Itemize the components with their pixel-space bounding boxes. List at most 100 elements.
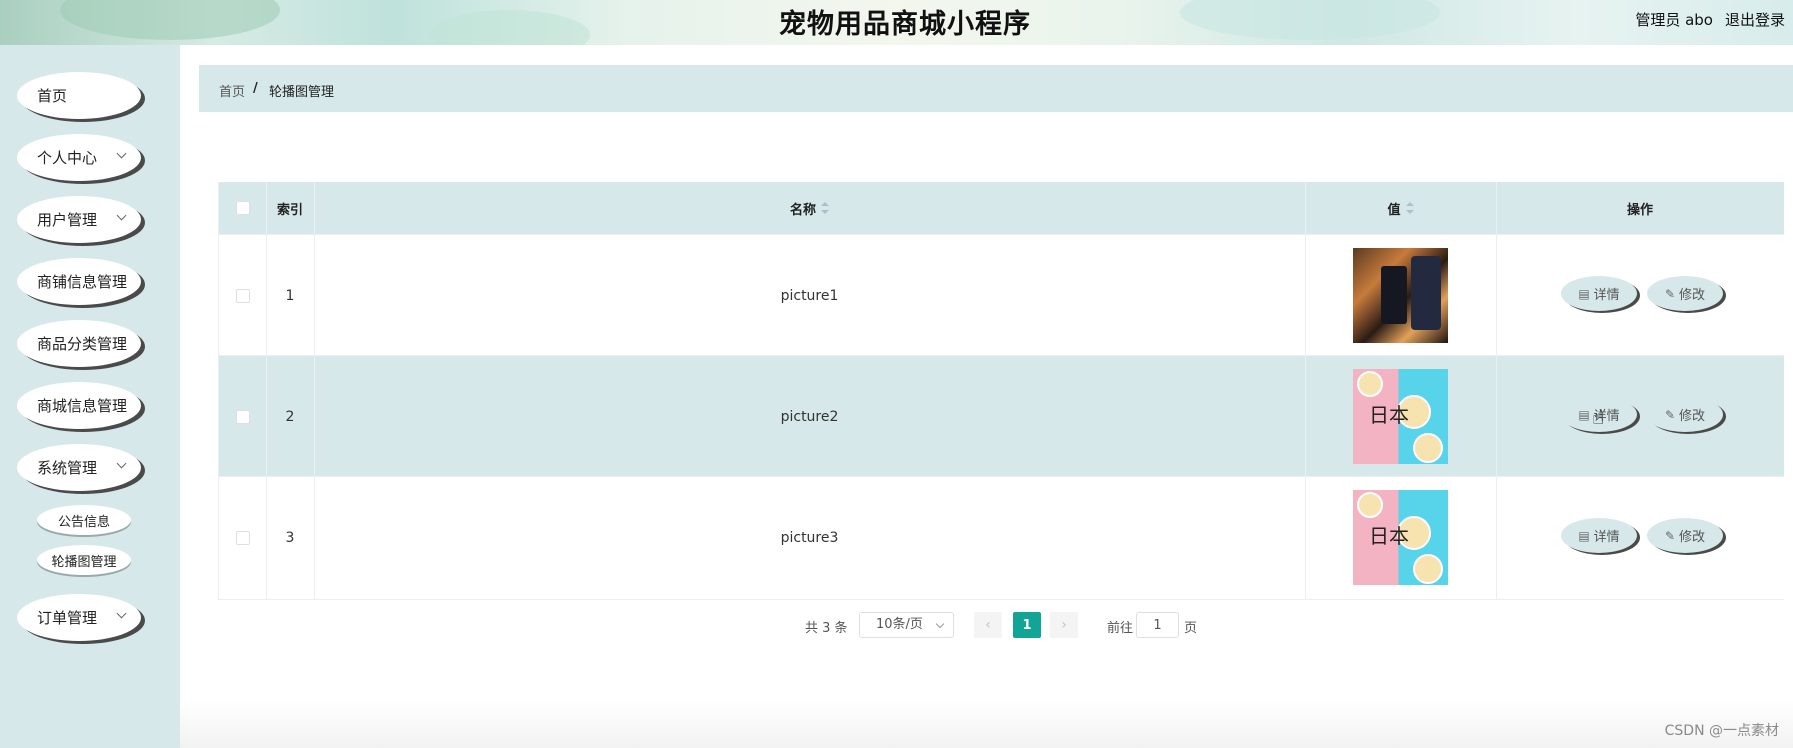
thumbnail-detail: 本 xyxy=(1389,403,1409,427)
page-size-value: 10条/页 xyxy=(876,617,923,632)
sidebar-item-orders[interactable]: 订单管理 xyxy=(17,594,141,641)
sidebar-item-label: 商品分类管理 xyxy=(37,335,128,353)
column-divider xyxy=(1305,182,1306,599)
thumbnail-detail: 日 xyxy=(1369,403,1389,427)
row-checkbox-cell xyxy=(219,235,266,356)
watermark: CSDN @一点素材 xyxy=(1664,723,1779,739)
sidebar-item-personal-center[interactable]: 个人中心 xyxy=(17,134,141,181)
sidebar-item-label: 商铺信息管理 xyxy=(37,273,128,291)
chevron-down-icon xyxy=(116,458,127,469)
thumbnail-detail: 日 xyxy=(1369,524,1389,548)
sort-icon[interactable] xyxy=(1405,202,1414,214)
row-checkbox[interactable] xyxy=(235,288,250,303)
thumbnail-detail xyxy=(1357,371,1383,397)
thumbnail-detail xyxy=(1413,433,1443,463)
bar-drinks-thumbnail xyxy=(1353,248,1448,343)
column-header-actions: 操作 xyxy=(1626,202,1653,218)
breadcrumb-separator: / xyxy=(253,81,258,96)
header-checkbox-cell xyxy=(219,182,266,234)
sidebar-item-system[interactable]: 系统管理 xyxy=(17,444,141,491)
row-checkbox[interactable] xyxy=(235,409,250,424)
table-header: 索引 名称 值 操作 xyxy=(219,182,1784,234)
breadcrumb-current: 轮播图管理 xyxy=(269,85,335,100)
chevron-down-icon xyxy=(935,619,945,629)
thumbnail-detail xyxy=(1411,256,1441,330)
pencil-icon: ✎ xyxy=(1664,528,1676,543)
sidebar-subitem-label: 公告信息 xyxy=(57,514,110,530)
pencil-icon: ✎ xyxy=(1664,407,1676,422)
app-title: 宠物用品商城小程序 xyxy=(779,9,1031,40)
column-divider xyxy=(266,182,267,599)
sidebar-item-label: 商城信息管理 xyxy=(37,397,128,415)
column-header-value[interactable]: 值 xyxy=(1305,182,1496,234)
sidebar-item-label: 个人中心 xyxy=(37,149,98,167)
table-row: 1 picture1 ▤ 详情 ✎ 修改 xyxy=(219,234,1784,356)
goto-label: 前往 xyxy=(1107,621,1134,636)
detail-button[interactable]: ▤ 详情 xyxy=(1561,276,1637,311)
column-header-name[interactable]: 名称 xyxy=(314,182,1305,234)
logout-link[interactable]: 退出登录 xyxy=(1725,9,1785,30)
document-icon: ▤ xyxy=(1578,286,1590,301)
hand-pointer-icon: ☝ xyxy=(1592,405,1605,429)
column-header-name-label: 名称 xyxy=(789,202,816,218)
next-page-button[interactable]: › xyxy=(1050,612,1078,638)
edit-button[interactable]: ✎ 修改 xyxy=(1647,276,1723,311)
breadcrumb-home[interactable]: 首页 xyxy=(219,81,245,100)
detail-button[interactable]: ▤ 详情 xyxy=(1561,518,1637,553)
breadcrumb: 首页 / 轮播图管理 xyxy=(199,65,1793,112)
row-checkbox-cell xyxy=(219,477,266,598)
column-header-index: 索引 xyxy=(276,202,303,218)
row-image-cell: 日 本 xyxy=(1305,477,1496,598)
sidebar-item-shop-info[interactable]: 商铺信息管理 xyxy=(17,258,141,305)
sidebar-subitem-label: 轮播图管理 xyxy=(51,554,117,570)
pencil-icon: ✎ xyxy=(1664,286,1676,301)
sidebar-item-category[interactable]: 商品分类管理 xyxy=(17,320,141,367)
chevron-down-icon xyxy=(116,148,127,159)
sidebar-item-label: 订单管理 xyxy=(37,609,98,627)
bottom-area xyxy=(180,700,1793,748)
table-row: 2 picture2 日 本 ▤ 详情 ✎ 修改 xyxy=(219,355,1784,477)
sidebar-item-mall-info[interactable]: 商城信息管理 xyxy=(17,382,141,429)
document-icon: ▤ xyxy=(1578,407,1590,422)
page-size-select[interactable]: 10条/页 xyxy=(859,612,954,638)
row-image-cell xyxy=(1305,235,1496,356)
page-number-current[interactable]: 1 xyxy=(1013,612,1041,638)
sidebar: 首页 个人中心 用户管理 商铺信息管理 商品分类管理 商城信息管理 系统管理 公… xyxy=(0,45,180,748)
sidebar-item-user-management[interactable]: 用户管理 xyxy=(17,196,141,243)
goto-page-input[interactable] xyxy=(1136,612,1179,638)
page-unit-label: 页 xyxy=(1184,621,1198,636)
chevron-down-icon xyxy=(116,608,127,619)
edit-button[interactable]: ✎ 修改 xyxy=(1647,397,1723,432)
japanese-food-thumbnail: 日 本 xyxy=(1353,490,1448,585)
sidebar-subitem-carousel[interactable]: 轮播图管理 xyxy=(37,545,131,575)
thumbnail-detail xyxy=(1413,554,1443,584)
row-checkbox[interactable] xyxy=(235,530,250,545)
select-all-checkbox[interactable] xyxy=(235,201,250,215)
thumbnail-detail: 本 xyxy=(1389,524,1409,548)
sidebar-item-home[interactable]: 首页 xyxy=(17,72,141,119)
sidebar-item-label: 首页 xyxy=(37,87,68,105)
chevron-down-icon xyxy=(116,210,127,221)
sidebar-item-label: 系统管理 xyxy=(37,459,98,477)
edit-button-label: 修改 xyxy=(1679,409,1706,424)
sidebar-item-label: 用户管理 xyxy=(37,211,98,229)
detail-button-label: 详情 xyxy=(1593,530,1620,545)
edit-button[interactable]: ✎ 修改 xyxy=(1647,518,1723,553)
row-name: picture1 xyxy=(780,287,839,304)
sort-icon[interactable] xyxy=(821,202,829,214)
chevron-left-icon: ‹ xyxy=(985,617,991,633)
sidebar-subitem-announcement[interactable]: 公告信息 xyxy=(37,505,131,535)
row-image-cell: 日 本 xyxy=(1305,356,1496,477)
document-icon: ▤ xyxy=(1578,528,1590,543)
row-name: picture3 xyxy=(780,529,839,546)
prev-page-button[interactable]: ‹ xyxy=(974,612,1002,638)
japanese-food-thumbnail: 日 本 xyxy=(1353,369,1448,464)
column-divider xyxy=(314,182,315,599)
carousel-table: 索引 名称 值 操作 1 picture1 ▤ 详情 ✎ 修改 2 pictur… xyxy=(218,182,1784,600)
thumbnail-detail xyxy=(1381,266,1407,324)
column-header-value-label: 值 xyxy=(1387,202,1401,218)
row-checkbox-cell xyxy=(219,356,266,477)
row-index: 2 xyxy=(285,408,295,425)
pagination-total: 共 3 条 xyxy=(805,621,848,636)
thumbnail-detail xyxy=(1357,492,1383,518)
